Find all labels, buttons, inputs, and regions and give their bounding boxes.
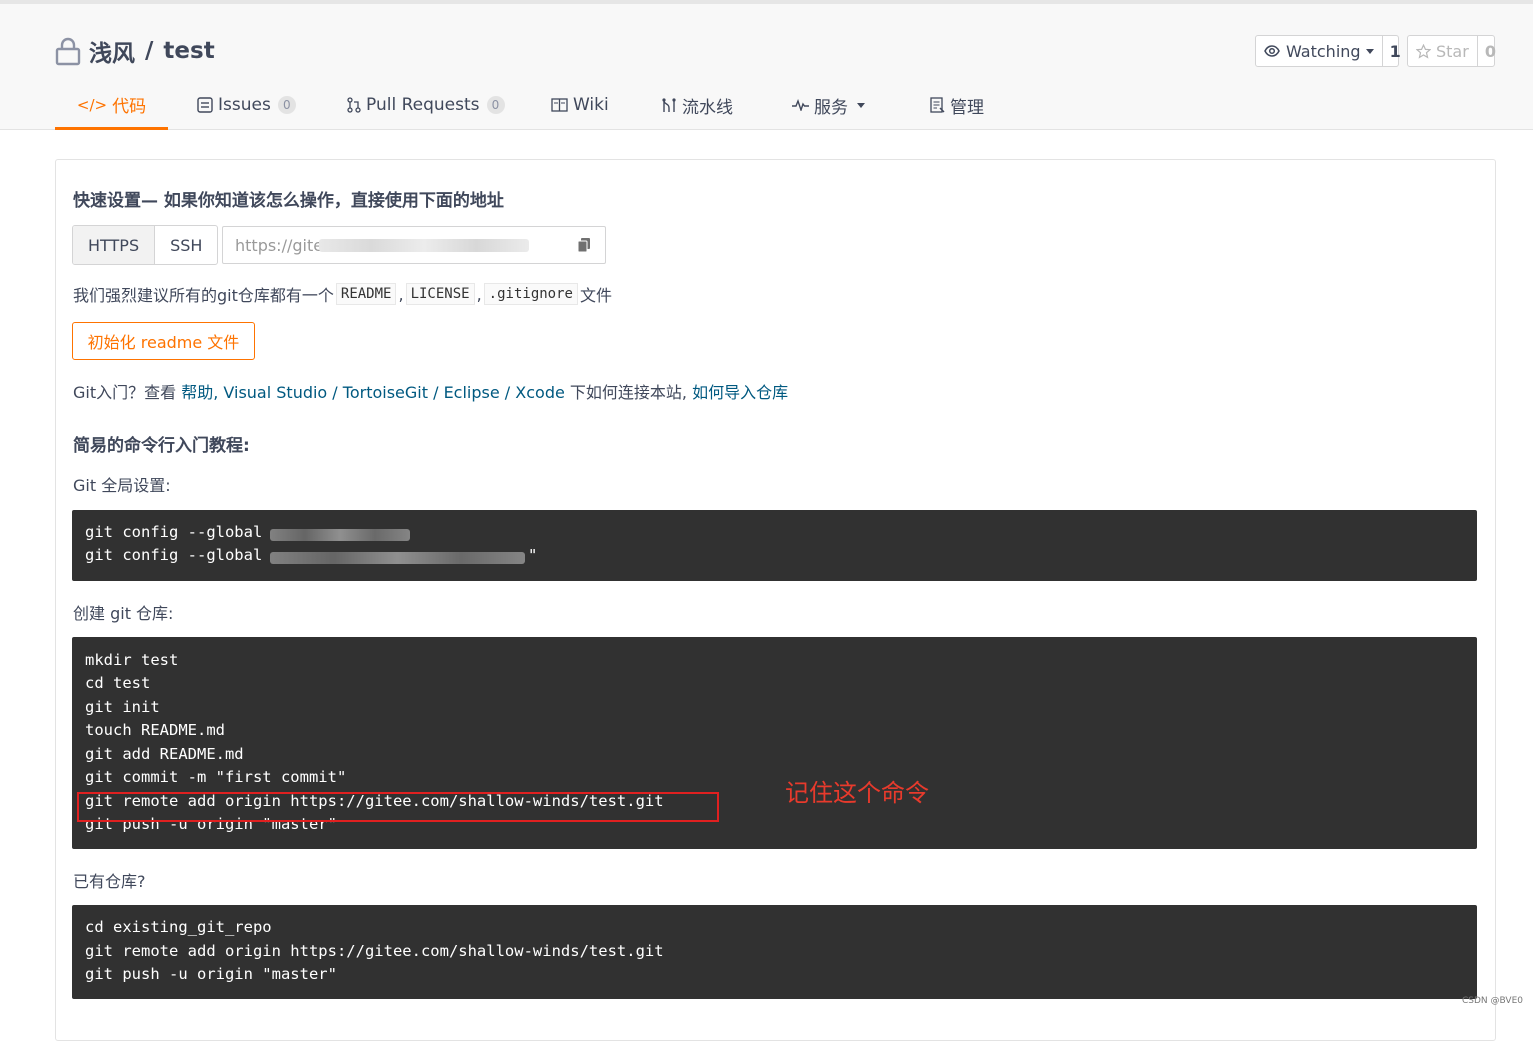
star-label: Star bbox=[1436, 41, 1469, 61]
quick-setup-panel: 快速设置— 如果你知道该怎么操作，直接使用下面的地址 HTTPS SSH htt… bbox=[55, 159, 1496, 1041]
pipeline-icon bbox=[662, 98, 676, 112]
clone-url-input[interactable]: https://gite bbox=[222, 226, 606, 264]
quick-setup-title: 快速设置— 如果你知道该怎么操作，直接使用下面的地址 bbox=[73, 191, 504, 211]
code-quote: " bbox=[528, 546, 538, 564]
suggestion-text: 我们强烈建议所有的git仓库都有一个 bbox=[73, 286, 334, 305]
pulse-icon bbox=[792, 99, 809, 111]
license-chip: LICENSE bbox=[405, 283, 475, 305]
code-icon: </> bbox=[76, 95, 108, 114]
issues-count-badge: 0 bbox=[277, 96, 296, 114]
code-line: mkdir test bbox=[85, 651, 179, 669]
watch-button[interactable]: Watching bbox=[1256, 36, 1382, 66]
suggestion-suffix: 文件 bbox=[579, 286, 612, 305]
create-repo-label: 创建 git 仓库: bbox=[73, 604, 174, 623]
tab-pipeline-label: 流水线 bbox=[682, 97, 733, 118]
tab-pull-requests[interactable]: Pull Requests 0 bbox=[347, 82, 505, 128]
code-line: touch README.md bbox=[85, 721, 225, 739]
help-line: Git入门？查看 帮助, Visual Studio / TortoiseGit… bbox=[73, 379, 788, 403]
existing-repo-label: 已有仓库? bbox=[73, 872, 146, 891]
star-button-group: Star 0 bbox=[1407, 35, 1496, 67]
tab-code-label: 代码 bbox=[112, 97, 147, 117]
tab-manage-label: 管理 bbox=[950, 97, 984, 118]
watermark: CSDN @BVE0 bbox=[1462, 996, 1523, 1006]
redacted-url bbox=[319, 239, 529, 252]
init-readme-button[interactable]: 初始化 readme 文件 bbox=[72, 322, 255, 360]
repo-title: 浅风 / test bbox=[55, 34, 215, 68]
suggestion-comma: , bbox=[398, 284, 404, 304]
repo-owner-link[interactable]: 浅风 bbox=[89, 34, 135, 68]
code-line: git config --global bbox=[85, 546, 272, 564]
help-prefix: Git入门？查看 bbox=[73, 383, 182, 402]
help-link[interactable]: 帮助 bbox=[181, 383, 213, 402]
pull-request-icon bbox=[347, 97, 361, 113]
tab-manage[interactable]: 管理 bbox=[930, 82, 984, 128]
watch-count[interactable]: 1 bbox=[1381, 36, 1408, 66]
code-line: git config --global bbox=[85, 523, 272, 541]
import-repo-link[interactable]: 如何导入仓库 bbox=[692, 383, 788, 402]
manage-icon bbox=[930, 97, 945, 113]
code-line: cd test bbox=[85, 674, 151, 692]
book-icon bbox=[551, 98, 568, 112]
tab-services[interactable]: 服务 bbox=[792, 82, 865, 128]
tools-links[interactable]: , Visual Studio / TortoiseGit / Eclipse … bbox=[213, 383, 565, 402]
clone-url-text: https://gite bbox=[235, 235, 324, 255]
suggestion-comma: , bbox=[476, 284, 482, 304]
tab-code[interactable]: </> 代码 bbox=[55, 82, 168, 130]
tab-issues[interactable]: Issues 0 bbox=[197, 82, 296, 128]
watch-button-group: Watching 1 bbox=[1255, 35, 1401, 67]
help-middle: 下如何连接本站, bbox=[564, 383, 693, 402]
repo-separator: / bbox=[145, 38, 154, 64]
https-button[interactable]: HTTPS bbox=[73, 226, 156, 264]
code-line: git remote add origin https://gitee.com/… bbox=[85, 942, 664, 960]
tutorial-title: 简易的命令行入门教程: bbox=[73, 436, 250, 456]
tab-wiki-label: Wiki bbox=[573, 95, 609, 115]
copy-icon[interactable] bbox=[577, 237, 591, 253]
lock-icon bbox=[55, 37, 81, 66]
global-setup-label: Git 全局设置: bbox=[73, 476, 171, 495]
highlight-box bbox=[77, 792, 719, 822]
annotation-text: 记住这个命令 bbox=[785, 779, 929, 807]
code-line: git add README.md bbox=[85, 745, 244, 763]
tab-pipeline[interactable]: 流水线 bbox=[661, 82, 733, 128]
star-button[interactable]: Star bbox=[1408, 36, 1477, 66]
chevron-down-icon bbox=[1365, 48, 1374, 54]
gitignore-chip: .gitignore bbox=[483, 283, 578, 305]
repo-name-link[interactable]: test bbox=[163, 38, 214, 64]
ssh-button[interactable]: SSH bbox=[155, 226, 217, 264]
issues-icon bbox=[197, 97, 213, 113]
star-icon bbox=[1416, 43, 1431, 59]
readme-chip: README bbox=[335, 283, 397, 305]
redacted-user-name bbox=[270, 529, 410, 541]
tab-services-label: 服务 bbox=[814, 97, 848, 118]
repo-tabs: </> 代码 Issues 0 Pull Requests 0 Wiki 流水线… bbox=[55, 82, 1055, 130]
redacted-user-email bbox=[270, 552, 525, 564]
eye-icon bbox=[1264, 45, 1280, 57]
tab-pull-requests-label: Pull Requests bbox=[366, 95, 480, 115]
code-line: git init bbox=[85, 698, 160, 716]
existing-repo-code: cd existing_git_repo git remote add orig… bbox=[72, 905, 1477, 999]
chevron-down-icon bbox=[857, 102, 865, 108]
star-count[interactable]: 0 bbox=[1476, 36, 1503, 66]
readme-suggestion: 我们强烈建议所有的git仓库都有一个 README , LICENSE , .g… bbox=[73, 282, 612, 306]
repo-header: 浅风 / test Watching 1 Star 0 </> 代码 Issue… bbox=[0, 4, 1533, 130]
tab-wiki[interactable]: Wiki bbox=[551, 82, 609, 128]
code-line: git push -u origin "master" bbox=[85, 965, 337, 983]
protocol-switch: HTTPS SSH bbox=[72, 225, 219, 265]
pull-requests-count-badge: 0 bbox=[486, 96, 505, 114]
watch-label: Watching bbox=[1286, 41, 1361, 61]
tab-issues-label: Issues bbox=[218, 95, 271, 115]
code-line: git commit -m "first commit" bbox=[85, 768, 347, 786]
global-setup-code: git config --global git config --global … bbox=[72, 510, 1477, 581]
code-line: cd existing_git_repo bbox=[85, 918, 272, 936]
